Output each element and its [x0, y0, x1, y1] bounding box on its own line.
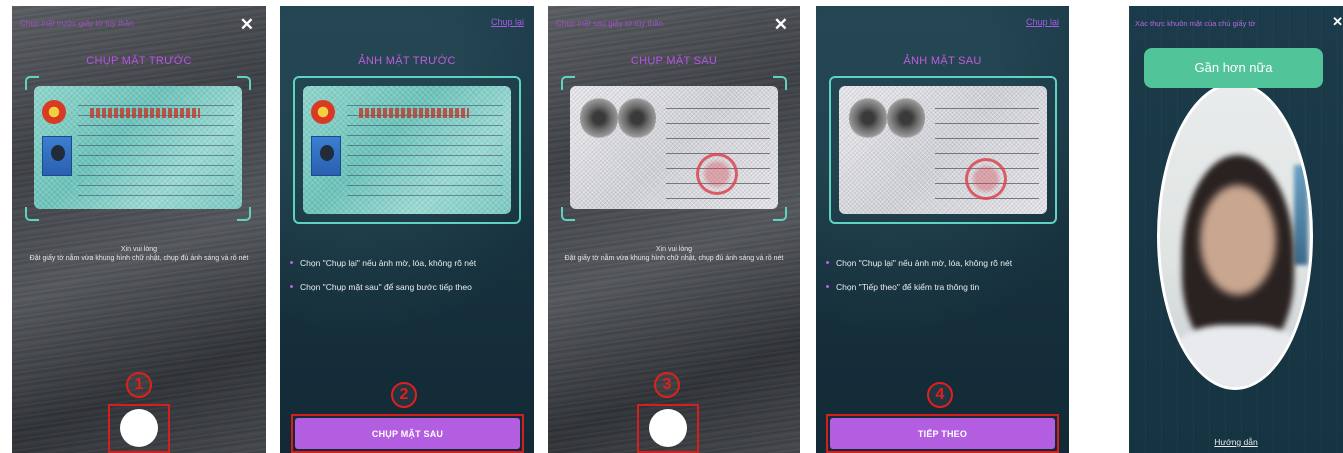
close-icon[interactable]: ✕ — [1332, 14, 1343, 30]
screen-face-verification: Xác thực khuôn mặt của chủ giấy tờ ✕ Gần… — [1129, 6, 1343, 453]
close-icon[interactable]: ✕ — [774, 15, 788, 35]
id-card-back-image — [570, 86, 778, 209]
red-stamp — [965, 158, 1007, 200]
screen-capture-front: Chụp mặt trước giấy tờ tùy thân ✕ CHỤP M… — [12, 6, 266, 453]
hint-list: Chọn "Chụp lại" nếu ảnh mờ, lóa, không r… — [826, 258, 1065, 306]
header-title: Chụp mặt sau giấy tờ tùy thân — [556, 19, 664, 28]
portrait-photo — [42, 136, 72, 176]
preview-frame — [293, 76, 521, 224]
id-card-front-image — [34, 86, 242, 209]
shutter-button[interactable] — [120, 409, 158, 447]
fingerprint-right — [618, 96, 656, 140]
step-number-badge: 4 — [927, 382, 953, 408]
header-title: Xác thực khuôn mặt của chủ giấy tờ — [1135, 19, 1256, 28]
hint-list: Chọn "Chụp lại" nếu ảnh mờ, lóa, không r… — [290, 258, 530, 306]
id-card-back-image — [839, 86, 1047, 214]
blurred-face — [1200, 185, 1276, 295]
shutter-highlight — [108, 404, 170, 453]
portrait-photo — [311, 136, 341, 176]
step-title: CHỤP MẶT SAU — [630, 55, 718, 67]
step-number-badge: 2 — [391, 382, 417, 408]
fingerprint-left — [580, 96, 618, 140]
national-emblem-icon — [42, 100, 66, 124]
step-number-badge: 3 — [654, 372, 680, 398]
screen-capture-back: Chụp mặt sau giấy tờ tùy thân ✕ CHỤP MẶT… — [548, 6, 800, 453]
hint-item: Chọn "Chụp lại" nếu ảnh mờ, lóa, không r… — [826, 258, 1065, 268]
hint-item: Chọn "Chụp lại" nếu ảnh mờ, lóa, không r… — [290, 258, 530, 268]
close-icon[interactable]: ✕ — [240, 15, 254, 35]
screen-back-preview: Chụp lại ẢNH MẶT SAU Chọn "Chụp lại" nếu… — [816, 6, 1069, 453]
capture-instruction: Xin vui lòng Đặt giấy tờ nằm vừa khung h… — [564, 246, 784, 262]
retake-link[interactable]: Chụp lại — [491, 17, 524, 27]
camera-frame — [25, 76, 251, 221]
hint-item: Chọn "Tiếp theo" để kiểm tra thông tin — [826, 282, 1065, 292]
step-number-badge: 1 — [126, 372, 152, 398]
step-title: ẢNH MẶT SAU — [903, 55, 982, 67]
fingerprint-right — [887, 96, 925, 140]
national-emblem-icon — [311, 100, 335, 124]
preview-frame — [829, 76, 1057, 224]
face-camera-oval — [1157, 82, 1313, 390]
screen-front-preview: Chụp lại ẢNH MẶT TRƯỚC Chọn "Chụp lại" n… — [280, 6, 534, 453]
next-button[interactable]: TIẾP THEO — [830, 418, 1055, 449]
fingerprint-left — [849, 96, 887, 140]
retake-link[interactable]: Chụp lại — [1026, 17, 1059, 27]
red-stamp — [696, 153, 738, 195]
shutter-button[interactable] — [649, 409, 687, 447]
button-highlight: CHỤP MẶT SAU — [291, 414, 524, 453]
move-closer-prompt: Gần hơn nữa — [1144, 48, 1323, 88]
step-title: CHỤP MẶT TRƯỚC — [86, 55, 192, 67]
guide-link[interactable]: Hướng dẫn — [1129, 437, 1343, 447]
id-card-front-image — [303, 86, 511, 214]
step-title: ẢNH MẶT TRƯỚC — [358, 55, 456, 67]
header-title: Chụp mặt trước giấy tờ tùy thân — [20, 19, 134, 28]
hint-item: Chọn "Chụp mặt sau" để sang bước tiếp th… — [290, 282, 530, 292]
shutter-highlight — [637, 404, 699, 453]
camera-frame — [561, 76, 787, 221]
capture-back-button[interactable]: CHỤP MẶT SAU — [295, 418, 520, 449]
capture-instruction: Xin vui lòng Đặt giấy tờ nằm vừa khung h… — [29, 246, 249, 262]
button-highlight: TIẾP THEO — [826, 414, 1059, 453]
